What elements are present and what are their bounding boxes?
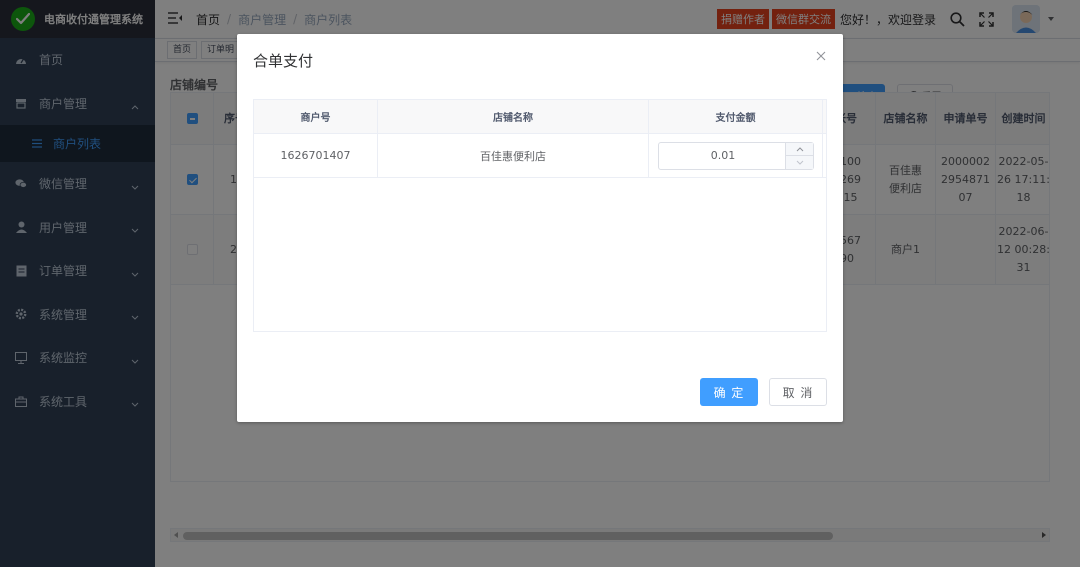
row-amount-cell: 0.01 (649, 134, 823, 177)
increase-icon[interactable] (786, 143, 813, 156)
dialog-table-header: 商户号 店铺名称 支付金额 (254, 100, 826, 134)
col-shop-name: 店铺名称 (378, 100, 649, 133)
amount-value[interactable]: 0.01 (659, 143, 787, 169)
row-shop-name: 百佳惠便利店 (378, 134, 649, 177)
amount-input[interactable]: 0.01 (658, 142, 814, 170)
cancel-button[interactable]: 取 消 (769, 378, 827, 406)
amount-stepper (785, 143, 813, 169)
col-merchant-no: 商户号 (254, 100, 378, 133)
col-amount: 支付金额 (649, 100, 823, 133)
dialog-table-row: 1626701407 百佳惠便利店 0.01 (254, 134, 826, 178)
confirm-button[interactable]: 确 定 (700, 378, 758, 406)
dialog-title: 合单支付 (253, 52, 314, 70)
decrease-icon[interactable] (786, 156, 813, 169)
merge-pay-dialog: 合单支付 商户号 店铺名称 支付金额 1626701407 百佳惠便利店 0.0… (237, 34, 843, 422)
dialog-table: 商户号 店铺名称 支付金额 1626701407 百佳惠便利店 0.01 (253, 99, 827, 332)
row-merchant-no: 1626701407 (254, 134, 378, 177)
close-icon[interactable] (815, 50, 827, 62)
